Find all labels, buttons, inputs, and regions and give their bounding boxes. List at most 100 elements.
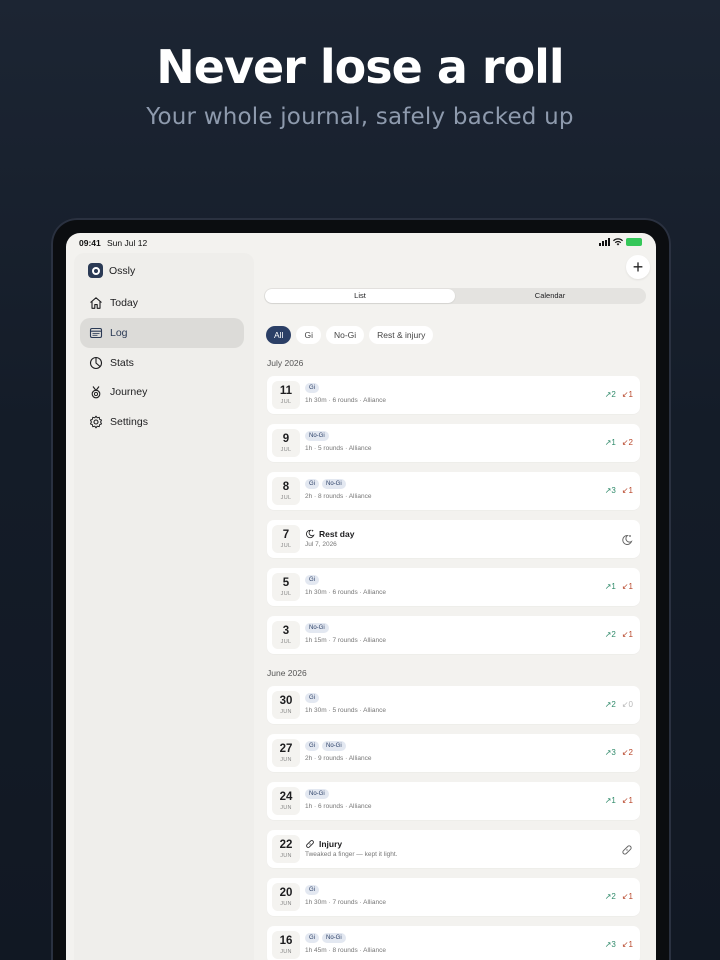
submissions-up: ↗2 — [605, 892, 616, 901]
entry-meta: 1h 45m · 8 rounds · Alliance — [305, 947, 386, 954]
log-entry[interactable]: 20 JUN Gi 1h 30m · 7 rounds · Alliance ↗2 ↙1 — [267, 878, 640, 916]
submissions-down: ↙1 — [622, 892, 633, 901]
entry-meta: 2h · 8 rounds · Alliance — [305, 493, 372, 500]
log-entry[interactable]: 7 JUL Rest day Jul 7, 2026 — [267, 520, 640, 558]
entry-date: 9 JUL — [272, 429, 300, 457]
entry-stats: ↗2 ↙1 — [605, 390, 633, 399]
arrow-down-left-icon: ↙ — [621, 438, 629, 447]
entry-date: 16 JUN — [272, 931, 300, 959]
log-entry[interactable]: 22 JUN Injury Tweaked a finger — kept it li… — [267, 830, 640, 868]
down-count: 1 — [628, 940, 633, 949]
log-entry[interactable]: 11 JUL Gi 1h 30m · 6 rounds · Alliance ↗2 ↙1 — [267, 376, 640, 414]
down-count: 1 — [628, 486, 633, 495]
entry-day: 27 — [279, 743, 293, 755]
sidebar-item-label: Log — [110, 326, 128, 339]
entry-stats: ↗2 ↙1 — [605, 892, 633, 901]
submissions-down: ↙1 — [622, 630, 633, 639]
log-entry[interactable]: 16 JUN Gi No-Gi 1h 45m · 8 rounds · Alliance… — [267, 926, 640, 960]
entry-stats: ↗1 ↙2 — [605, 438, 633, 447]
arrow-down-left-icon: ↙ — [621, 582, 629, 591]
entry-day: 3 — [282, 625, 290, 637]
up-count: 3 — [611, 940, 616, 949]
entry-tags: Gi — [305, 575, 319, 585]
submissions-up: ↗3 — [605, 486, 616, 495]
entry-month: JUL — [280, 399, 292, 405]
tab-calendar[interactable]: Calendar — [455, 289, 645, 303]
submissions-up: ↗1 — [605, 438, 616, 447]
log-entry[interactable]: 5 JUL Gi 1h 30m · 6 rounds · Alliance ↗1 ↙1 — [267, 568, 640, 606]
pie-chart-icon — [89, 356, 103, 369]
sidebar-item-settings[interactable]: Settings — [80, 407, 244, 437]
entry-title: Rest day — [305, 529, 354, 539]
log-icon — [89, 327, 103, 338]
filter-chips: All Gi No-Gi Rest & injury — [266, 326, 434, 344]
sidebar-item-label: Today — [110, 297, 139, 309]
entry-date: 3 JUL — [272, 621, 300, 649]
medal-icon — [91, 386, 101, 399]
entry-date: 5 JUL — [272, 573, 300, 601]
submissions-down: ↙0 — [622, 700, 633, 709]
entry-tags: Gi — [305, 693, 319, 703]
view-toggle: List Calendar — [264, 288, 646, 304]
sidebar-item-label: Stats — [110, 356, 134, 369]
entry-tags: Gi No-Gi — [305, 933, 346, 943]
entry-day: 5 — [282, 577, 290, 589]
filter-rest-injury[interactable]: Rest & injury — [369, 326, 434, 344]
brand: Ossly — [88, 263, 135, 278]
log-entry[interactable]: 9 JUL No-Gi 1h · 5 rounds · Alliance ↗1 ↙2 — [267, 424, 640, 462]
battery-icon — [626, 238, 642, 246]
entry-month: JUN — [280, 853, 292, 859]
sidebar-nav: Today Log Stats Journey Settings — [80, 288, 244, 437]
entry-meta: 1h 30m · 7 rounds · Alliance — [305, 899, 386, 906]
submissions-down: ↙1 — [622, 390, 633, 399]
entry-month: JUL — [280, 495, 292, 501]
entry-date: 30 JUN — [272, 691, 300, 719]
entry-day: 9 — [282, 433, 290, 445]
entry-tag: No-Gi — [305, 789, 329, 799]
entry-title-text: Injury — [319, 839, 343, 849]
down-count: 0 — [628, 700, 633, 709]
down-count: 2 — [628, 748, 633, 757]
sidebar-item-stats[interactable]: Stats — [80, 348, 244, 378]
home-icon — [90, 297, 102, 309]
entry-stats: ↗2 ↙0 — [605, 700, 633, 709]
entry-stats: ↗2 ↙1 — [605, 630, 633, 639]
log-entry[interactable]: 3 JUL No-Gi 1h 15m · 7 rounds · Alliance ↗2 ↙… — [267, 616, 640, 654]
submissions-up: ↗2 — [605, 700, 616, 709]
entry-date: 24 JUN — [272, 787, 300, 815]
down-count: 1 — [628, 796, 633, 805]
sidebar-item-journey[interactable]: Journey — [80, 377, 244, 407]
add-entry-button[interactable]: + — [626, 255, 650, 279]
entry-stats: ↗3 ↙2 — [605, 748, 633, 757]
log-entry[interactable]: 8 JUL Gi No-Gi 2h · 8 rounds · Alliance ↗3 ↙1 — [267, 472, 640, 510]
submissions-down: ↙2 — [622, 748, 633, 757]
entry-date: 8 JUL — [272, 477, 300, 505]
entry-date: 11 JUL — [272, 381, 300, 409]
app-screen: 09:41 Sun Jul 12 Ossly Today Log Stats J… — [66, 233, 656, 960]
arrow-down-left-icon: ↙ — [621, 892, 629, 901]
entry-tag: Gi — [305, 383, 319, 393]
log-entry[interactable]: 30 JUN Gi 1h 30m · 5 rounds · Alliance ↗2 ↙0 — [267, 686, 640, 724]
sidebar-item-today[interactable]: Today — [80, 288, 244, 318]
log-entry[interactable]: 27 JUN Gi No-Gi 2h · 9 rounds · Alliance ↗3 ↙2 — [267, 734, 640, 772]
signal-icon — [599, 238, 610, 246]
arrow-down-left-icon: ↙ — [621, 700, 629, 709]
entry-stats: ↗1 ↙1 — [605, 582, 633, 591]
entry-stats: ↗1 ↙1 — [605, 796, 633, 805]
tab-list[interactable]: List — [265, 289, 455, 303]
up-count: 2 — [611, 892, 616, 901]
filter-gi[interactable]: Gi — [296, 326, 321, 344]
entry-tag: Gi — [305, 741, 319, 751]
entry-tag: No-Gi — [305, 431, 329, 441]
filter-all[interactable]: All — [266, 326, 292, 344]
entry-month: JUN — [280, 949, 292, 955]
filter-nogi[interactable]: No-Gi — [325, 326, 365, 344]
entry-month: JUN — [280, 757, 292, 763]
entry-day: 7 — [282, 529, 290, 541]
entry-day: 8 — [282, 481, 290, 493]
sidebar-item-log[interactable]: Log — [80, 317, 244, 348]
app-name: Ossly — [109, 264, 136, 277]
log-entry[interactable]: 24 JUN No-Gi 1h · 6 rounds · Alliance ↗1 ↙1 — [267, 782, 640, 820]
entry-date: 27 JUN — [272, 739, 300, 767]
entry-stats: ↗3 ↙1 — [605, 940, 633, 949]
